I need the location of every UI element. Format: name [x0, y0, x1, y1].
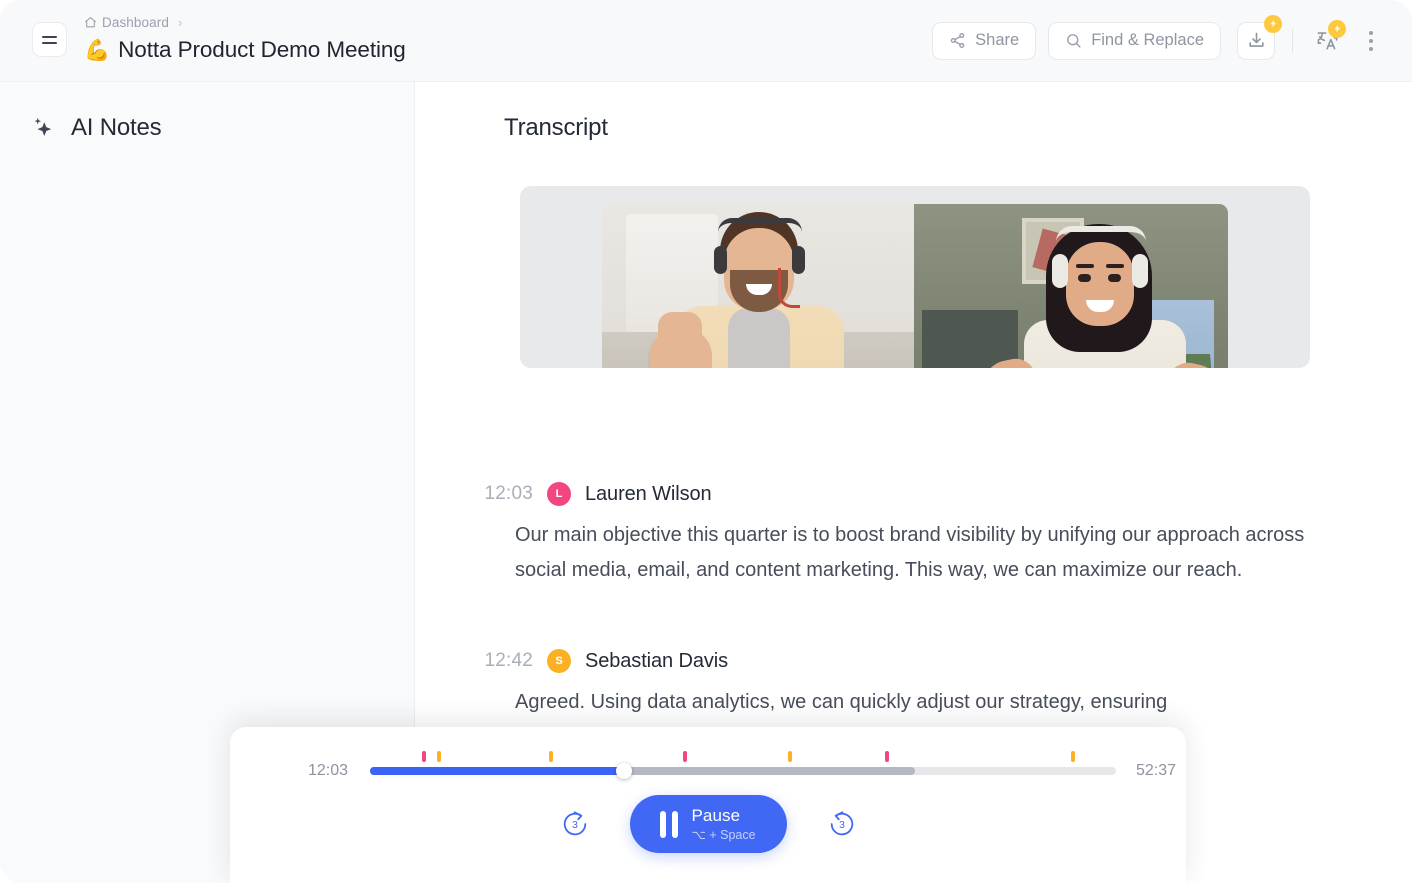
transcript-header: Transcript [415, 82, 1412, 142]
speaker-marker[interactable] [549, 751, 553, 762]
rewind-3-seconds-button[interactable]: 3 [558, 807, 592, 841]
transcript-entry-header: 12:03 L Lauren Wilson [415, 482, 1412, 506]
speaker-marker[interactable] [1071, 751, 1075, 762]
share-button[interactable]: Share [932, 22, 1036, 60]
speaker-marker[interactable] [885, 751, 889, 762]
lightning-bolt-icon [1269, 19, 1278, 28]
transcript-timestamp[interactable]: 12:42 [415, 650, 533, 672]
share-button-label: Share [975, 31, 1019, 50]
breadcrumb[interactable]: Dashboard › [84, 14, 406, 31]
transcript-entry[interactable]: 12:42 S Sebastian Davis Agreed. Using da… [415, 649, 1412, 720]
seek-handle[interactable] [616, 763, 632, 779]
speaker-name[interactable]: Sebastian Davis [585, 650, 728, 673]
transcript-title: Transcript [504, 114, 608, 141]
seek-progress [370, 767, 624, 775]
find-replace-button[interactable]: Find & Replace [1048, 22, 1221, 60]
forward-3-seconds-icon: 3 [827, 809, 857, 839]
kebab-menu-icon-dot [1369, 47, 1373, 51]
home-icon [84, 16, 97, 29]
header-divider [1292, 29, 1293, 53]
speaker-avatar: S [547, 649, 571, 673]
page-title-row: 💪 Notta Product Demo Meeting [84, 37, 406, 63]
transcript-timestamp[interactable]: 12:03 [415, 483, 533, 505]
pause-button[interactable]: Pause ⌥ + Space [630, 795, 787, 853]
speaker-marker[interactable] [788, 751, 792, 762]
find-replace-button-label: Find & Replace [1091, 31, 1204, 50]
sidebar-toggle-button[interactable] [32, 22, 67, 57]
total-time-label: 52:37 [1136, 762, 1176, 780]
speaker-avatar: L [547, 482, 571, 506]
translate-button[interactable] [1310, 24, 1344, 58]
speaker-marker[interactable] [683, 751, 687, 762]
page-title[interactable]: Notta Product Demo Meeting [118, 37, 406, 63]
lightning-bolt-icon [1333, 24, 1342, 33]
rewind-3-seconds-icon: 3 [560, 809, 590, 839]
participant-tile-woman [914, 204, 1228, 368]
breadcrumb-dashboard-link[interactable]: Dashboard [102, 15, 169, 30]
audio-player-bar: 12:03 52:37 3 [230, 727, 1186, 883]
transcript-entry[interactable]: 12:03 L Lauren Wilson Our main objective… [415, 482, 1412, 587]
document-emoji-icon[interactable]: 💪 [84, 40, 110, 61]
chevron-right-icon: › [178, 15, 182, 30]
svg-text:3: 3 [839, 820, 845, 831]
search-icon [1065, 32, 1082, 49]
participant-tile-man [602, 204, 914, 368]
pause-icon [660, 811, 678, 838]
more-options-button[interactable] [1356, 24, 1386, 58]
app-header: Dashboard › 💪 Notta Product Demo Meeting… [0, 0, 1412, 81]
seek-bar[interactable] [370, 757, 1116, 785]
share-nodes-icon [949, 32, 966, 49]
playback-controls: 3 Pause ⌥ + Space 3 [230, 795, 1186, 853]
pause-button-texts: Pause ⌥ + Space [691, 807, 755, 842]
download-button[interactable] [1237, 22, 1275, 60]
ai-notes-header: AI Notes [0, 82, 414, 142]
participant-man-waving [658, 210, 858, 368]
seek-row: 12:03 52:37 [230, 757, 1186, 785]
speaker-marker[interactable] [422, 751, 426, 762]
document-title-block: Dashboard › 💪 Notta Product Demo Meeting [84, 14, 406, 63]
svg-text:3: 3 [572, 820, 578, 831]
sparkle-icon [30, 115, 56, 141]
forward-3-seconds-button[interactable]: 3 [825, 807, 859, 841]
header-actions: Share Find & Replace [932, 0, 1386, 81]
transcript-text[interactable]: Our main objective this quarter is to bo… [515, 518, 1315, 587]
kebab-menu-icon-dot [1369, 39, 1373, 43]
hamburger-icon-line [42, 42, 57, 44]
meeting-video-thumbnail[interactable] [520, 186, 1310, 368]
transcript-entry-header: 12:42 S Sebastian Davis [415, 649, 1412, 673]
lightning-bolt-badge [1264, 15, 1282, 33]
download-icon [1247, 31, 1266, 50]
transcript-text[interactable]: Agreed. Using data analytics, we can qui… [515, 685, 1315, 720]
hamburger-icon-line [42, 36, 57, 38]
speaker-name[interactable]: Lauren Wilson [585, 483, 712, 506]
pause-shortcut-hint: ⌥ + Space [691, 829, 755, 842]
ai-notes-title: AI Notes [71, 114, 161, 142]
speaker-marker[interactable] [437, 751, 441, 762]
video-tiles [602, 204, 1228, 368]
current-time-label: 12:03 [230, 762, 348, 780]
participant-woman-gesturing [1010, 224, 1198, 368]
lightning-bolt-badge [1328, 20, 1346, 38]
pause-button-label: Pause [691, 807, 755, 824]
kebab-menu-icon-dot [1369, 31, 1373, 35]
notta-meeting-window: Dashboard › 💪 Notta Product Demo Meeting… [0, 0, 1412, 883]
